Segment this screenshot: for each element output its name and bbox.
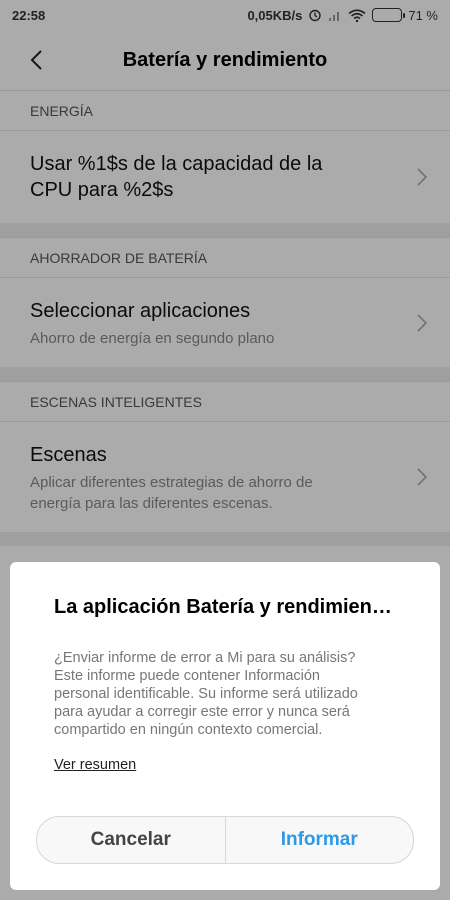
cancel-button[interactable]: Cancelar: [37, 817, 226, 863]
dialog-title: La aplicación Batería y rendimien…: [54, 596, 392, 618]
error-report-dialog: La aplicación Batería y rendimien… ¿Envi…: [10, 562, 440, 890]
view-summary-link[interactable]: Ver resumen: [54, 757, 136, 773]
report-button[interactable]: Informar: [226, 817, 414, 863]
dialog-message: ¿Enviar informe de error a Mi para su an…: [54, 650, 358, 738]
screen: 22:58 0,05KB/s 71 % Batería y rendimient…: [0, 0, 450, 900]
dialog-button-row: Cancelar Informar: [36, 816, 414, 864]
